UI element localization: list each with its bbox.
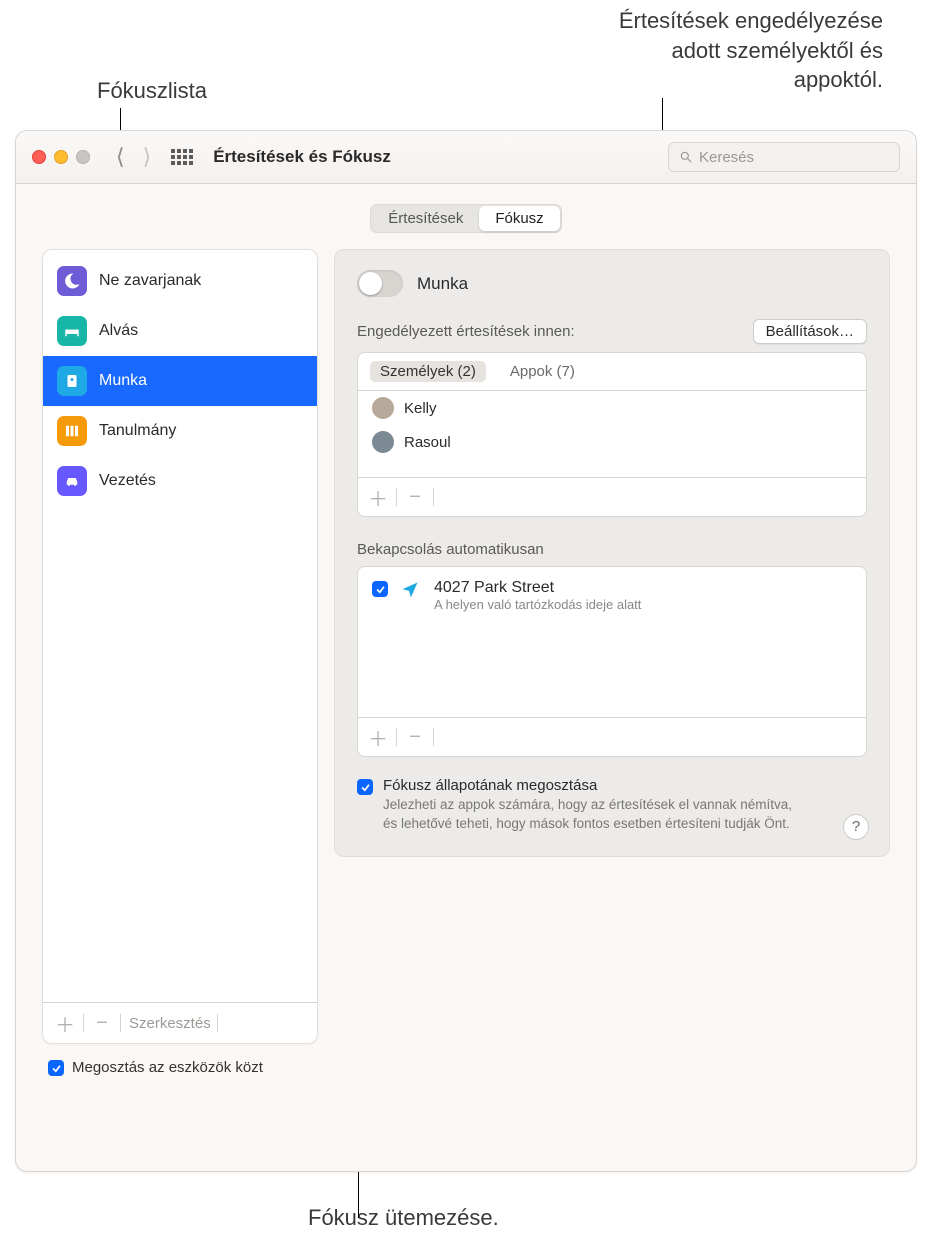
avatar bbox=[372, 397, 394, 419]
checkbox-checked-icon[interactable] bbox=[48, 1060, 64, 1076]
auto-on-location-address: 4027 Park Street bbox=[434, 579, 641, 597]
avatar bbox=[372, 431, 394, 453]
callout-line: Értesítések engedélyezése bbox=[619, 8, 883, 33]
focus-item-sleep[interactable]: Alvás bbox=[43, 306, 317, 356]
add-automation-button[interactable]: ＋ bbox=[364, 723, 392, 752]
divider bbox=[396, 488, 397, 506]
show-all-prefs-button[interactable] bbox=[171, 149, 193, 165]
divider bbox=[120, 1014, 121, 1032]
focus-item-label: Vezetés bbox=[99, 472, 156, 490]
divider bbox=[217, 1014, 218, 1032]
close-window-button[interactable] bbox=[32, 150, 46, 164]
subtab-apps[interactable]: Appok (7) bbox=[500, 361, 585, 382]
car-icon bbox=[57, 466, 87, 496]
remove-automation-button[interactable]: − bbox=[401, 726, 429, 749]
callout-line: appoktól. bbox=[794, 67, 883, 92]
share-focus-status-title: Fókusz állapotának megosztása bbox=[383, 777, 803, 794]
divider bbox=[433, 488, 434, 506]
share-across-devices-label: Megosztás az eszközök közt bbox=[72, 1059, 263, 1076]
focus-list: Ne zavarjanak Alvás Munk bbox=[43, 250, 317, 1002]
add-focus-button[interactable]: ＋ bbox=[51, 1009, 79, 1038]
divider bbox=[83, 1014, 84, 1032]
edit-focus-button[interactable]: Szerkesztés bbox=[129, 1015, 211, 1032]
focus-item-driving[interactable]: Vezetés bbox=[43, 456, 317, 506]
add-person-button[interactable]: ＋ bbox=[364, 483, 392, 512]
books-icon bbox=[57, 416, 87, 446]
callout-line: adott személyektől és bbox=[671, 38, 883, 63]
focus-list-footer: ＋ − Szerkesztés bbox=[43, 1002, 317, 1043]
search-placeholder: Keresés bbox=[699, 149, 754, 166]
remove-person-button[interactable]: − bbox=[401, 486, 429, 509]
checkbox-checked-icon[interactable] bbox=[372, 581, 388, 597]
main-tabs: Értesítések Fókusz bbox=[370, 204, 561, 233]
divider bbox=[396, 728, 397, 746]
focus-item-study[interactable]: Tanulmány bbox=[43, 406, 317, 456]
tab-notifications[interactable]: Értesítések bbox=[372, 206, 479, 231]
preferences-window: ⟨ ⟩ Értesítések és Fókusz Keresés Értesí… bbox=[15, 130, 917, 1172]
person-name: Kelly bbox=[404, 400, 437, 417]
zoom-window-button[interactable] bbox=[76, 150, 90, 164]
back-button[interactable]: ⟨ bbox=[116, 144, 125, 170]
focus-item-work[interactable]: Munka bbox=[43, 356, 317, 406]
titlebar: ⟨ ⟩ Értesítések és Fókusz Keresés bbox=[16, 131, 916, 184]
remove-focus-button[interactable]: − bbox=[88, 1012, 116, 1035]
auto-on-location-subtitle: A helyen való tartózkodás ideje alatt bbox=[434, 597, 641, 612]
nav-arrows: ⟨ ⟩ bbox=[116, 144, 151, 170]
allowed-notifications-box: Személyek (2) Appok (7) Kelly Rasoul bbox=[357, 352, 867, 517]
person-name: Rasoul bbox=[404, 434, 451, 451]
window-controls bbox=[32, 150, 90, 164]
focus-item-label: Ne zavarjanak bbox=[99, 272, 201, 290]
help-button[interactable]: ? bbox=[843, 814, 869, 840]
share-focus-status-row[interactable]: Fókusz állapotának megosztása Jelezheti … bbox=[357, 777, 867, 834]
tab-focus[interactable]: Fókusz bbox=[479, 206, 559, 231]
forward-button[interactable]: ⟩ bbox=[143, 144, 152, 170]
bed-icon bbox=[57, 316, 87, 346]
auto-on-box: 4027 Park Street A helyen való tartózkod… bbox=[357, 566, 867, 757]
subtab-people[interactable]: Személyek (2) bbox=[370, 361, 486, 382]
focus-item-label: Munka bbox=[99, 372, 147, 390]
focus-detail-panel: Munka Engedélyezett értesítések innen: B… bbox=[334, 249, 890, 857]
auto-on-title: Bekapcsolás automatikusan bbox=[357, 541, 867, 558]
options-button[interactable]: Beállítások… bbox=[753, 319, 867, 344]
share-focus-status-desc: Jelezheti az appok számára, hogy az érte… bbox=[383, 796, 803, 834]
share-across-devices-row[interactable]: Megosztás az eszközök közt bbox=[42, 1044, 318, 1076]
search-field[interactable]: Keresés bbox=[668, 142, 900, 172]
divider bbox=[433, 728, 434, 746]
callout-allow-notifications: Értesítések engedélyezése adott személye… bbox=[619, 6, 883, 95]
focus-item-label: Tanulmány bbox=[99, 422, 176, 440]
focus-item-label: Alvás bbox=[99, 322, 138, 340]
search-icon bbox=[679, 150, 693, 164]
focus-list-card: Ne zavarjanak Alvás Munk bbox=[42, 249, 318, 1044]
auto-on-location-row[interactable]: 4027 Park Street A helyen való tartózkod… bbox=[358, 567, 866, 624]
focus-name-label: Munka bbox=[417, 274, 468, 294]
allowed-person-row[interactable]: Kelly bbox=[358, 391, 866, 425]
allowed-notifications-title: Engedélyezett értesítések innen: bbox=[357, 323, 575, 340]
callout-focuslist: Fókuszlista bbox=[97, 76, 207, 106]
focus-enable-toggle[interactable] bbox=[357, 270, 403, 297]
window-title: Értesítések és Fókusz bbox=[213, 147, 391, 167]
location-arrow-icon bbox=[400, 580, 422, 605]
callout-schedule: Fókusz ütemezése. bbox=[308, 1203, 499, 1233]
focus-item-do-not-disturb[interactable]: Ne zavarjanak bbox=[43, 256, 317, 306]
badge-icon bbox=[57, 366, 87, 396]
checkbox-checked-icon[interactable] bbox=[357, 779, 373, 795]
moon-icon bbox=[57, 266, 87, 296]
minimize-window-button[interactable] bbox=[54, 150, 68, 164]
allowed-person-row[interactable]: Rasoul bbox=[358, 425, 866, 459]
